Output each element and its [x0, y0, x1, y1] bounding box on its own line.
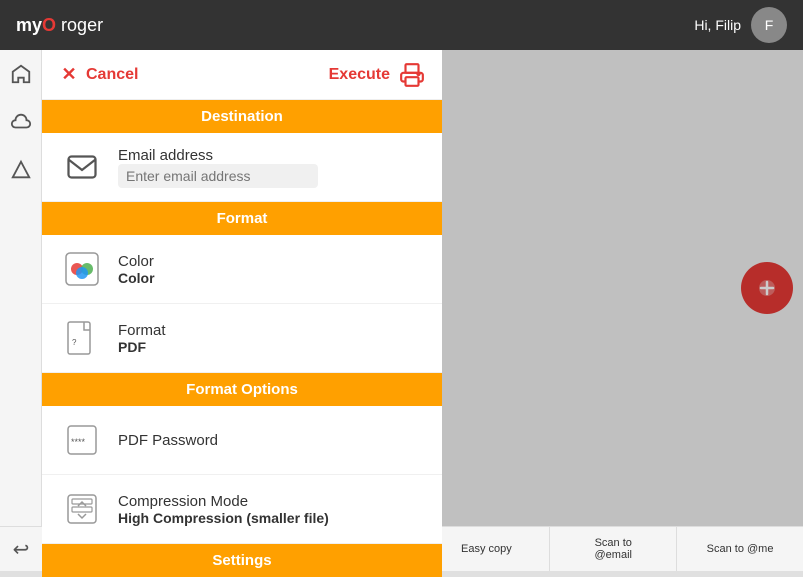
- format-label: Format: [217, 210, 268, 227]
- app-logo: myO roger: [16, 15, 103, 36]
- settings-header: Settings: [42, 544, 442, 577]
- cancel-label: Cancel: [86, 66, 138, 84]
- cancel-button[interactable]: ✕ Cancel: [58, 64, 138, 86]
- app-bar: myO roger Hi, Filip F: [0, 0, 803, 50]
- compression-row[interactable]: Compression Mode High Compression (small…: [42, 475, 442, 544]
- scan-to-me-action[interactable]: Scan to @me: [676, 527, 803, 571]
- sidebar-triangle-icon[interactable]: [7, 156, 35, 184]
- app-bar-right: Hi, Filip F: [694, 7, 787, 43]
- pdf-password-title: PDF Password: [118, 432, 218, 449]
- email-icon: [58, 143, 106, 191]
- format-options-header: Format Options: [42, 373, 442, 406]
- format-row[interactable]: ? Format PDF: [42, 304, 442, 373]
- format-header: Format: [42, 202, 442, 235]
- color-content: Color Color: [118, 253, 155, 286]
- scan-me-label: Scan to @me: [707, 543, 774, 555]
- email-title: Email address: [118, 147, 318, 164]
- modal-header: ✕ Cancel Execute: [42, 50, 442, 100]
- sidebar-cloud-icon[interactable]: [7, 108, 35, 136]
- sidebar: [0, 50, 42, 526]
- format-row-title: Format: [118, 322, 166, 339]
- logo-text: myO roger: [16, 15, 103, 36]
- easy-copy-label: Easy copy: [461, 543, 512, 555]
- color-row[interactable]: Color Color: [42, 235, 442, 304]
- execute-button[interactable]: Execute: [329, 61, 426, 89]
- destination-label: Destination: [201, 108, 283, 125]
- back-button[interactable]: ↩: [0, 537, 42, 562]
- color-icon: [58, 245, 106, 293]
- compression-value: High Compression (smaller file): [118, 510, 329, 526]
- compression-title: Compression Mode: [118, 493, 329, 510]
- email-row: Email address: [42, 133, 442, 202]
- cancel-x-icon: ✕: [58, 64, 80, 86]
- destination-header: Destination: [42, 100, 442, 133]
- avatar: F: [751, 7, 787, 43]
- pdf-password-content: PDF Password: [118, 432, 218, 449]
- format-content: Format PDF: [118, 322, 166, 355]
- settings-label: Settings: [212, 552, 271, 569]
- pdf-password-row[interactable]: **** PDF Password: [42, 406, 442, 475]
- svg-text:****: ****: [71, 437, 86, 447]
- color-value: Color: [118, 270, 155, 286]
- format-value: PDF: [118, 339, 166, 355]
- compression-icon: [58, 485, 106, 533]
- email-input[interactable]: [118, 164, 318, 188]
- scan-to-email-action[interactable]: Scan to @email: [549, 527, 676, 571]
- print-icon: [398, 61, 426, 89]
- format-options-label: Format Options: [186, 381, 298, 398]
- compression-content: Compression Mode High Compression (small…: [118, 493, 329, 526]
- password-icon: ****: [58, 416, 106, 464]
- modal-panel: ✕ Cancel Execute Destination: [42, 50, 442, 577]
- file-format-icon: ?: [58, 314, 106, 362]
- execute-label: Execute: [329, 66, 390, 84]
- color-title: Color: [118, 253, 155, 270]
- svg-text:?: ?: [72, 338, 77, 347]
- greeting-text: Hi, Filip: [694, 17, 741, 33]
- email-content: Email address: [118, 147, 318, 188]
- sidebar-home-icon[interactable]: [7, 60, 35, 88]
- scan-email-label: Scan to @email: [595, 537, 632, 561]
